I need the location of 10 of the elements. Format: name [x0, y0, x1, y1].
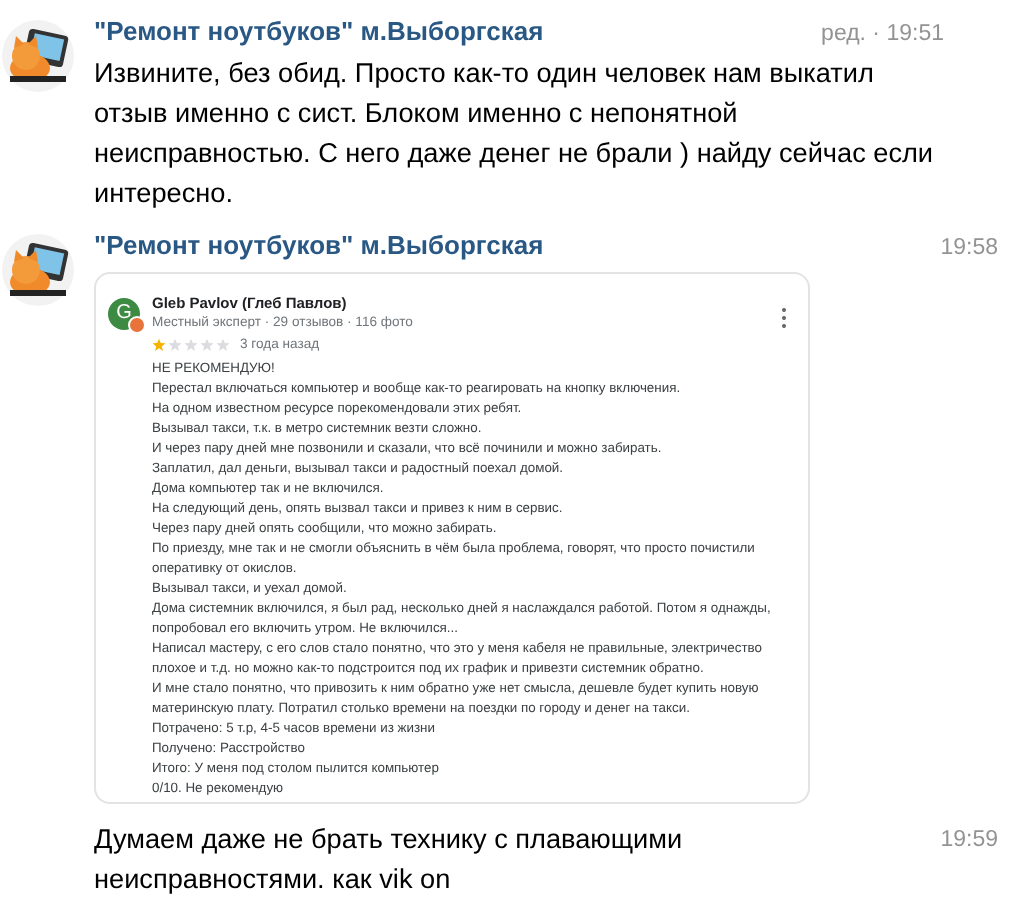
- message-time: 19:59: [940, 828, 998, 852]
- message-time: ред. · 19:51: [821, 20, 944, 50]
- badge-icon: [128, 316, 146, 334]
- author-name[interactable]: "Ремонт ноутбуков" м.Выборгская: [94, 12, 544, 52]
- reviewer-avatar: G: [108, 298, 140, 330]
- message-text: Извините, без обид. Просто как-то один человек нам выкатил отзыв именно с сист. Блоком именно с непонятной неисправностью. С него даже денег не брали ) найду сейчас если интересно.: [94, 56, 936, 212]
- author-name[interactable]: "Ремонт ноутбуков" м.Выборгская: [94, 226, 544, 266]
- message-text: Думаем даже не брать технику с плавающими неисправностями. как vik on: [94, 822, 685, 898]
- message-time: 19:58: [940, 236, 998, 260]
- more-icon[interactable]: [780, 306, 788, 330]
